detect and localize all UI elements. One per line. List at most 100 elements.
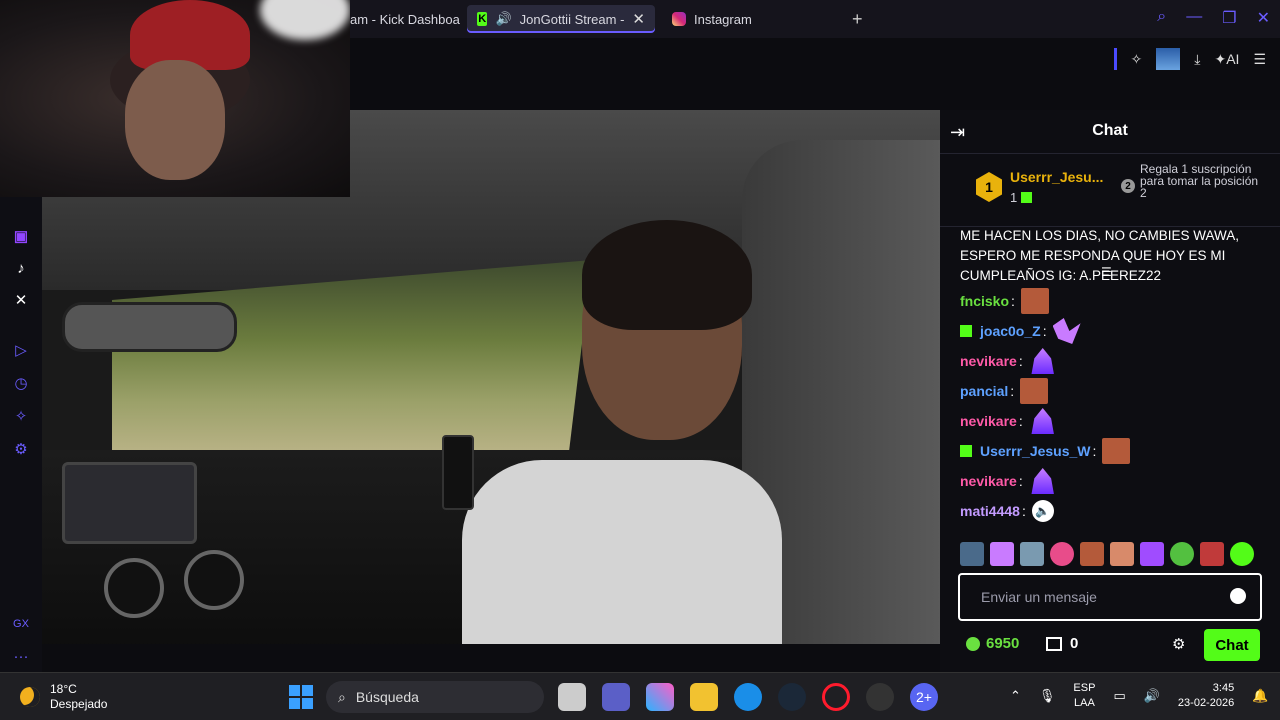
task-view-icon[interactable] — [558, 683, 586, 711]
chat-message: nevikare: — [960, 346, 1260, 376]
emote[interactable] — [1140, 542, 1164, 566]
file-explorer-icon[interactable] — [690, 683, 718, 711]
chat-username[interactable]: fncisko — [960, 291, 1009, 311]
chat-settings-icon[interactable]: ⚙ — [1172, 635, 1185, 653]
volume-icon[interactable]: 🔊 — [1144, 688, 1160, 704]
profile-thumbnail[interactable] — [1156, 48, 1181, 70]
start-button[interactable] — [289, 685, 313, 709]
copilot-icon[interactable] — [646, 683, 674, 711]
microphone-icon[interactable]: 🎙 — [1039, 688, 1056, 704]
menu-icon[interactable]: ☰ — [1253, 51, 1266, 68]
emote[interactable] — [960, 542, 984, 566]
chat-username[interactable]: nevikare — [960, 471, 1017, 491]
steam-icon[interactable] — [778, 683, 806, 711]
chat-username[interactable]: Userrr_Jesus_W — [980, 441, 1091, 461]
obs-icon[interactable] — [866, 683, 894, 711]
taskbar-search[interactable]: ⌕ Búsqueda — [326, 681, 544, 713]
close-tab-icon[interactable]: ✕ — [632, 10, 645, 28]
chat-input[interactable]: Enviar un mensaje — [958, 573, 1262, 621]
emote[interactable] — [1170, 542, 1194, 566]
player-icon[interactable]: ▷ — [11, 340, 31, 360]
emote[interactable] — [1050, 542, 1074, 566]
tab-label: Instagram — [694, 11, 752, 27]
colon: : — [1042, 323, 1047, 339]
webcam-light — [260, 0, 350, 40]
emote[interactable] — [990, 542, 1014, 566]
send-chat-button[interactable]: Chat — [1204, 629, 1260, 661]
search-tabs-icon[interactable]: ⌕ — [1157, 8, 1166, 28]
language-indicator[interactable]: ESP LAA — [1073, 681, 1095, 711]
history-icon[interactable]: ◷ — [11, 373, 31, 393]
opera-gx-icon[interactable] — [822, 683, 850, 711]
emote[interactable] — [1080, 542, 1104, 566]
tab-jongottii-stream[interactable]: K 🔊 JonGottii Stream - ✕ — [467, 5, 655, 33]
emote — [1052, 318, 1081, 344]
channel-points[interactable]: 6950 — [966, 635, 1019, 652]
settings-icon[interactable]: ⚙ — [11, 439, 31, 459]
streamer-body — [462, 460, 782, 644]
speaker-icon[interactable]: 🔊 — [495, 11, 511, 27]
show-hidden-icons[interactable]: ⌃ — [1010, 688, 1021, 704]
emote[interactable] — [1200, 542, 1224, 566]
chat-messages: ME HACEN LOS DIAS, NO CAMBIES WAWA, ESPE… — [960, 228, 1260, 568]
points-icon — [966, 636, 980, 651]
notifications-icon[interactable]: 🔔 — [1252, 688, 1268, 704]
time: 3:45 — [1212, 682, 1235, 694]
keyboard-layout: LAA — [1074, 697, 1095, 709]
extensions-icon[interactable]: ✧ — [1131, 51, 1143, 68]
system-tray: ⌃ 🎙 ESP LAA ▭ 🔊 3:45 23-02-2026 🔔 — [1010, 681, 1268, 711]
tiktok-icon[interactable]: ♪ — [11, 258, 31, 278]
chat-username[interactable]: pancial — [960, 381, 1008, 401]
maximize-icon[interactable]: ❐ — [1222, 8, 1236, 28]
emote — [1031, 408, 1054, 434]
emote[interactable] — [1110, 542, 1134, 566]
chat-footer: 6950 0 ⚙ Chat — [940, 625, 1280, 665]
weather-widget[interactable]: 18°C Despejado — [20, 682, 107, 712]
ai-button[interactable]: ✦AI — [1214, 51, 1239, 68]
tab-kick-dashboard[interactable]: am - Kick Dashboa — [340, 5, 460, 33]
moon-icon — [20, 687, 40, 707]
phone — [442, 435, 474, 510]
message-list: fncisko: joac0o_Z: nevikare: pancial: nevika… — [960, 286, 1260, 526]
tab-label: JonGottii Stream - — [519, 11, 625, 27]
chat-username[interactable]: nevikare — [960, 411, 1017, 431]
new-tab-button[interactable]: + — [852, 9, 863, 30]
emoji-picker-icon[interactable] — [1230, 588, 1246, 604]
clock[interactable]: 3:45 23-02-2026 — [1178, 681, 1234, 711]
tab-instagram[interactable]: Instagram — [662, 5, 832, 33]
chat-panel: ⇥ Chat 1 Userrr_Jesu... 1 2 Regala 1 sus… — [940, 110, 1280, 672]
twitch-icon[interactable]: ▣ — [11, 226, 31, 246]
close-window-icon[interactable]: ✕ — [1257, 8, 1270, 28]
gx-icon[interactable]: GX — [11, 614, 31, 634]
chat-message: Userrr_Jesus_W: — [960, 436, 1260, 466]
store-icon — [1046, 636, 1062, 651]
points-value: 6950 — [986, 635, 1020, 652]
search-placeholder: Búsqueda — [355, 689, 419, 705]
chat-username[interactable]: joac0o_Z — [980, 321, 1041, 341]
network-icon[interactable]: ▭ — [1113, 688, 1125, 704]
chat-username[interactable]: mati4448 — [960, 501, 1020, 521]
discord-icon[interactable]: 2+ — [910, 683, 938, 711]
colon: : — [1021, 503, 1026, 519]
minimize-icon[interactable]: — — [1186, 8, 1202, 28]
temperature: 18°C — [50, 682, 77, 696]
date: 23-02-2026 — [1177, 697, 1235, 709]
x-icon[interactable]: ✕ — [11, 290, 31, 310]
kick-icon: K — [477, 12, 488, 26]
extensions-icon[interactable]: ✧ — [11, 406, 31, 426]
chat-username[interactable]: nevikare — [960, 351, 1017, 371]
edge-icon[interactable] — [734, 683, 762, 711]
top-gifter-username[interactable]: Userrr_Jesu... — [1010, 169, 1103, 185]
chat-message: nevikare: — [960, 406, 1260, 436]
chat-message: fncisko: — [960, 286, 1260, 316]
download-icon[interactable]: ⤓ — [1194, 51, 1200, 68]
emote[interactable] — [1230, 542, 1254, 566]
emote[interactable] — [1020, 542, 1044, 566]
gift-count: 1 — [1010, 190, 1033, 205]
rank-2-badge: 2 — [1121, 179, 1135, 193]
store[interactable]: 0 — [1046, 635, 1078, 652]
chat-message: nevikare: — [960, 466, 1260, 496]
store-count: 0 — [1070, 635, 1079, 652]
teams-icon[interactable] — [602, 683, 630, 711]
more-icon[interactable]: ··· — [11, 646, 31, 666]
